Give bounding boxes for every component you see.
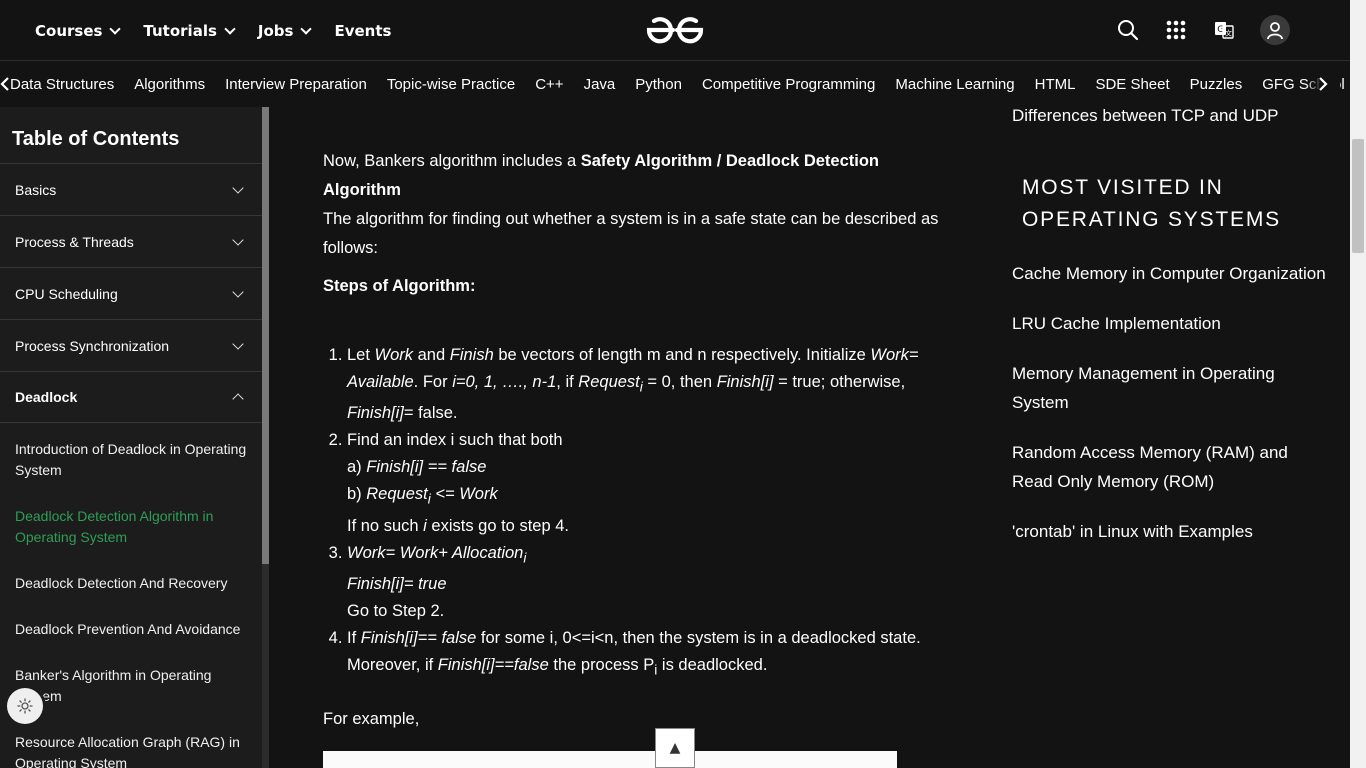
toc-section-process-synchronization[interactable]: Process Synchronization — [0, 319, 262, 371]
topic-machine-learning[interactable]: Machine Learning — [895, 76, 1014, 93]
gfg-logo[interactable] — [645, 12, 705, 48]
most-visited-list: Cache Memory in Computer Organization LR… — [1012, 259, 1332, 567]
apps-grid-icon[interactable] — [1164, 18, 1188, 42]
toc-section-cpu-scheduling[interactable]: CPU Scheduling — [0, 267, 262, 319]
nav-jobs[interactable]: Jobs — [258, 22, 315, 40]
nav-tutorials-label: Tutorials — [143, 21, 217, 40]
topic-cpp[interactable]: C++ — [535, 76, 563, 93]
most-visited-link[interactable]: 'crontab' in Linux with Examples — [1012, 517, 1332, 546]
most-visited-link[interactable]: LRU Cache Implementation — [1012, 309, 1332, 338]
topic-java[interactable]: Java — [584, 76, 616, 93]
sidebar-scrollbar[interactable] — [262, 107, 269, 768]
translate-icon[interactable]: G文 — [1212, 18, 1236, 42]
step-2: Find an index i such that botha) Finish[… — [347, 427, 953, 539]
sidebar-scrollbar-thumb[interactable] — [262, 107, 269, 564]
chevron-down-icon — [232, 233, 244, 246]
chevron-right-icon[interactable] — [1306, 61, 1340, 107]
most-visited-link[interactable]: Cache Memory in Computer Organization — [1012, 259, 1332, 288]
topic-data-structures[interactable]: Data Structures — [10, 76, 114, 93]
topic-algorithms[interactable]: Algorithms — [134, 76, 205, 93]
nav-courses-label: Courses — [35, 21, 103, 40]
table-of-contents: Table of Contents Basics Process & Threa… — [0, 107, 262, 768]
page-scrollbar-thumb[interactable] — [1352, 139, 1364, 253]
toc-section-label: Process Synchronization — [15, 337, 170, 354]
article-area: Now, Bankers algorithm includes a Safety… — [269, 107, 989, 768]
paragraph-example: For example, — [323, 710, 420, 729]
chevron-left-icon[interactable] — [0, 77, 10, 91]
user-avatar-icon[interactable] — [1260, 15, 1290, 45]
paragraph-safe-state: The algorithm for finding out whether a … — [323, 210, 939, 257]
example-figure — [323, 751, 897, 768]
chevron-down-icon — [232, 337, 244, 350]
topic-python[interactable]: Python — [635, 76, 682, 93]
chevron-down-icon — [232, 181, 244, 194]
chevron-down-icon — [224, 22, 236, 35]
toc-item-deadlock-detection-algorithm[interactable]: Deadlock Detection Algorithm in Operatin… — [0, 506, 262, 548]
most-visited-heading: MOST VISITED IN OPERATING SYSTEMS — [1022, 176, 1281, 231]
top-header: Courses Tutorials Jobs Events G文 — [0, 0, 1350, 61]
topic-html[interactable]: HTML — [1035, 76, 1076, 93]
algorithm-steps: Let Work and Finish be vectors of length… — [323, 342, 953, 683]
most-visited-link[interactable]: Random Access Memory (RAM) and Read Only… — [1012, 438, 1332, 496]
theme-toggle-button[interactable] — [7, 688, 43, 724]
toc-section-process-threads[interactable]: Process & Threads — [0, 215, 262, 267]
sun-icon — [17, 698, 33, 714]
topic-competitive-programming[interactable]: Competitive Programming — [702, 76, 875, 93]
nav-tutorials[interactable]: Tutorials — [143, 22, 237, 40]
steps-title-text: Steps of Algorithm: — [323, 277, 476, 295]
search-icon[interactable] — [1116, 18, 1140, 42]
paragraph-text: Now, Bankers algorithm includes a — [323, 152, 581, 170]
toc-section-label: Deadlock — [15, 389, 78, 405]
scroll-to-top-button[interactable]: ▲ — [655, 728, 695, 768]
chevron-up-icon — [232, 393, 244, 405]
toc-item-deadlock-detection-recovery[interactable]: Deadlock Detection And Recovery — [0, 573, 262, 594]
top-nav: Courses Tutorials Jobs Events — [35, 0, 391, 61]
nav-courses[interactable]: Courses — [35, 22, 123, 40]
header-icons: G文 — [1116, 15, 1290, 45]
step-3: Work= Work+ AllocationiFinish[i]= trueGo… — [347, 540, 953, 625]
toc-section-basics[interactable]: Basics — [0, 163, 262, 215]
paragraph-safety-algorithm: Now, Bankers algorithm includes a Safety… — [323, 147, 953, 205]
topic-interview-preparation[interactable]: Interview Preparation — [225, 76, 367, 93]
step-4: If Finish[i]== false for some i, 0<=i<n,… — [347, 625, 953, 683]
arrow-up-icon: ▲ — [669, 740, 681, 756]
svg-text:文: 文 — [1225, 29, 1232, 38]
article-body: Now, Bankers algorithm includes a Safety… — [323, 147, 953, 734]
chevron-down-icon — [109, 22, 122, 35]
nav-jobs-label: Jobs — [257, 21, 294, 40]
nav-events-label: Events — [334, 21, 392, 40]
chevron-down-icon — [232, 285, 244, 298]
toc-item-introduction-of-deadlock[interactable]: Introduction of Deadlock in Operating Sy… — [0, 439, 262, 481]
toc-section-deadlock[interactable]: Deadlock — [0, 371, 262, 423]
related-link-tcp-udp[interactable]: Differences between TCP and UDP — [1012, 106, 1278, 126]
steps-title: Steps of Algorithm: — [323, 272, 953, 301]
most-visited-link[interactable]: Memory Management in Operating System — [1012, 359, 1332, 417]
nav-events[interactable]: Events — [334, 22, 391, 40]
toc-section-label: Basics — [15, 181, 57, 198]
toc-item-deadlock-prevention-avoidance[interactable]: Deadlock Prevention And Avoidance — [0, 619, 262, 640]
toc-section-label: Process & Threads — [15, 233, 134, 250]
step-1: Let Work and Finish be vectors of length… — [347, 342, 953, 427]
toc-section-label: CPU Scheduling — [15, 285, 118, 302]
page-scrollbar[interactable] — [1350, 0, 1366, 768]
topic-puzzles[interactable]: Puzzles — [1190, 76, 1243, 93]
toc-item-resource-allocation-graph[interactable]: Resource Allocation Graph (RAG) in Opera… — [0, 732, 262, 768]
topic-sde-sheet[interactable]: SDE Sheet — [1095, 76, 1169, 93]
topic-nav: Data Structures Algorithms Interview Pre… — [0, 61, 1350, 107]
toc-title: Table of Contents — [12, 128, 180, 150]
chevron-down-icon — [300, 22, 313, 35]
topic-topic-wise-practice[interactable]: Topic-wise Practice — [387, 76, 515, 93]
